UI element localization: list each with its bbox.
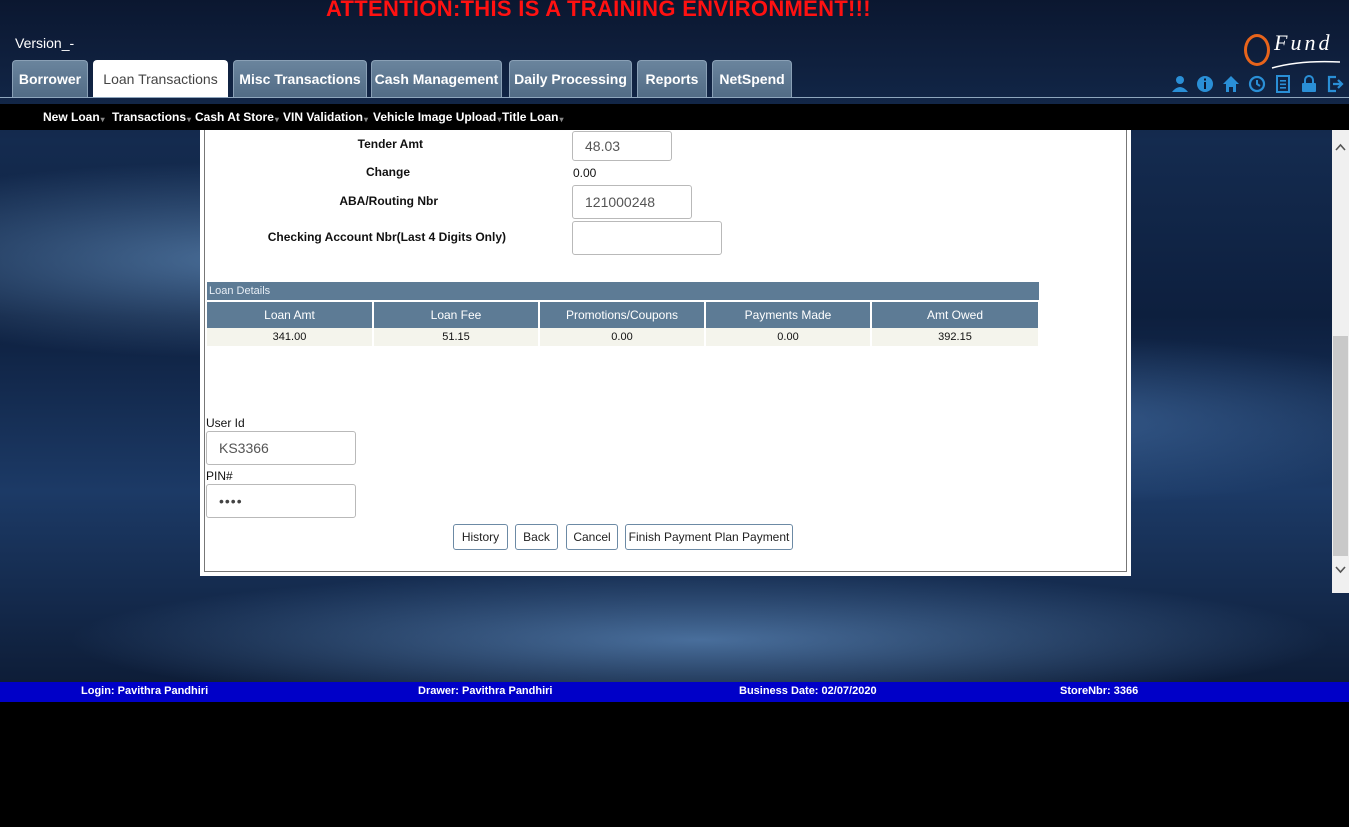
logo-ring [1244, 34, 1270, 66]
cell-payments-made: 0.00 [706, 328, 872, 346]
qfund-logo: Fund [1242, 30, 1342, 72]
scrollbar-thumb[interactable] [1333, 336, 1348, 556]
col-loan-amt: Loan Amt [207, 302, 374, 328]
sub-navigation: New Loan▾ Transactions▾ Cash At Store▾ V… [0, 104, 1349, 130]
list-icon[interactable] [1274, 75, 1292, 93]
tab-daily-processing[interactable]: Daily Processing [509, 60, 632, 97]
col-amt-owed: Amt Owed [872, 302, 1038, 328]
tab-netspend[interactable]: NetSpend [712, 60, 792, 97]
training-banner: ATTENTION:THIS IS A TRAINING ENVIRONMENT… [326, 0, 871, 21]
user-icon[interactable] [1171, 75, 1189, 93]
subnav-label: Title Loan [502, 110, 559, 124]
cell-promotions-coupons: 0.00 [540, 328, 706, 346]
subnav-cash-at-store[interactable]: Cash At Store▾ [195, 110, 279, 124]
user-id-input[interactable]: KS3366 [206, 431, 356, 465]
user-id-label: User Id [206, 416, 245, 430]
cell-loan-fee: 51.15 [374, 328, 540, 346]
loan-details-caption: Loan Details [207, 282, 1039, 300]
subnav-title-loan[interactable]: Title Loan▾ [502, 110, 563, 124]
caret-down-icon: ▾ [497, 115, 502, 124]
vertical-scrollbar[interactable] [1332, 130, 1349, 593]
tender-amt-label: Tender Amt [357, 137, 423, 151]
tab-loan-transactions[interactable]: Loan Transactions [93, 60, 228, 97]
cancel-button[interactable]: Cancel [566, 524, 618, 550]
history-button[interactable]: History [453, 524, 508, 550]
caret-down-icon: ▾ [559, 115, 564, 124]
table-header-row: Loan Amt Loan Fee Promotions/Coupons Pay… [207, 300, 1039, 328]
caret-down-icon: ▾ [274, 115, 279, 124]
pin-input[interactable]: •••• [206, 484, 356, 518]
status-bar: Login: Pavithra Pandhiri Drawer: Pavithr… [0, 682, 1349, 702]
caret-down-icon: ▾ [187, 115, 192, 124]
subnav-label: Transactions [112, 110, 187, 124]
tab-reports[interactable]: Reports [637, 60, 707, 97]
lock-icon[interactable] [1300, 75, 1318, 93]
subnav-new-loan[interactable]: New Loan▾ [43, 110, 105, 124]
change-label: Change [365, 165, 410, 179]
tab-borrower[interactable]: Borrower [12, 60, 88, 97]
checking-account-label: Checking Account Nbr(Last 4 Digits Only) [267, 230, 506, 244]
subnav-label: New Loan [43, 110, 100, 124]
version-label: Version_- [15, 35, 75, 51]
tab-divider [0, 97, 1349, 98]
checking-account-input[interactable] [572, 221, 722, 255]
logo-swoosh [1271, 60, 1341, 69]
caret-down-icon: ▾ [364, 115, 369, 124]
aba-routing-label: ABA/Routing Nbr [339, 194, 438, 208]
subnav-vehicle-image-upload[interactable]: Vehicle Image Upload▾ [373, 110, 501, 124]
status-store-number: StoreNbr: 3366 [1060, 685, 1139, 697]
col-promotions-coupons: Promotions/Coupons [540, 302, 706, 328]
col-loan-fee: Loan Fee [374, 302, 540, 328]
status-login: Login: Pavithra Pandhiri [81, 685, 209, 697]
back-button[interactable]: Back [515, 524, 558, 550]
finish-payment-plan-button[interactable]: Finish Payment Plan Payment [625, 524, 793, 550]
scroll-down-icon[interactable] [1335, 564, 1346, 575]
cell-loan-amt: 341.00 [207, 328, 374, 346]
subnav-vin-validation[interactable]: VIN Validation▾ [283, 110, 368, 124]
col-payments-made: Payments Made [706, 302, 872, 328]
status-business-date: Business Date: 02/07/2020 [739, 685, 877, 697]
logo-text: Fund [1274, 30, 1333, 55]
table-row: 341.00 51.15 0.00 0.00 392.15 [207, 328, 1039, 346]
clock-icon[interactable] [1248, 75, 1266, 93]
app-background: ATTENTION:THIS IS A TRAINING ENVIRONMENT… [0, 0, 1349, 702]
scroll-up-icon[interactable] [1335, 142, 1346, 153]
tab-cash-management[interactable]: Cash Management [371, 60, 502, 97]
pin-label: PIN# [206, 469, 233, 483]
change-value: 0.00 [573, 166, 597, 180]
cell-amt-owed: 392.15 [872, 328, 1038, 346]
home-icon[interactable] [1222, 75, 1240, 93]
subnav-label: Cash At Store [195, 110, 274, 124]
tab-misc-transactions[interactable]: Misc Transactions [233, 60, 367, 97]
loan-details-table: Loan Details Loan Amt Loan Fee Promotion… [207, 282, 1039, 346]
subnav-label: Vehicle Image Upload [373, 110, 497, 124]
aba-routing-input[interactable]: 121000248 [572, 185, 692, 219]
caret-down-icon: ▾ [100, 115, 105, 124]
subnav-transactions[interactable]: Transactions▾ [112, 110, 191, 124]
subnav-label: VIN Validation [283, 110, 364, 124]
info-icon[interactable] [1196, 75, 1214, 93]
tender-amt-input[interactable]: 48.03 [572, 131, 672, 161]
logout-icon[interactable] [1326, 75, 1344, 93]
status-drawer: Drawer: Pavithra Pandhiri [418, 685, 553, 697]
